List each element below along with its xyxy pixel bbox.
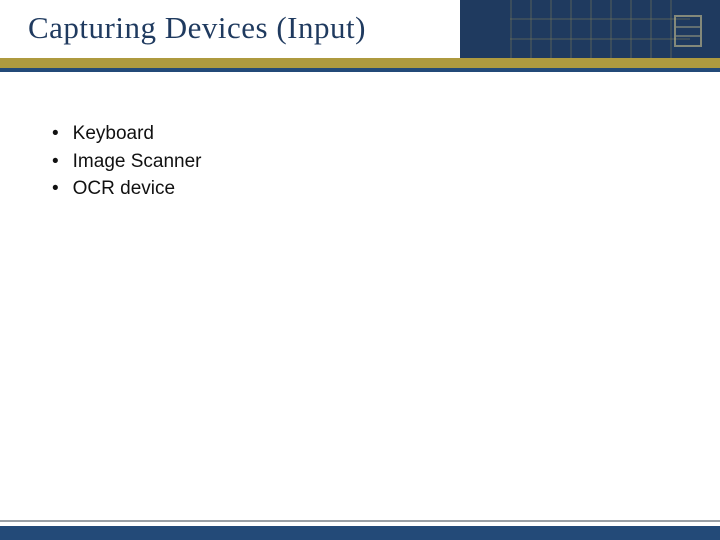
footer-divider (0, 520, 720, 522)
list-item: • OCR device (52, 175, 202, 203)
list-item: • Keyboard (52, 120, 202, 148)
footer-band (0, 526, 720, 540)
bullet-list: • Keyboard • Image Scanner • OCR device (52, 120, 202, 203)
bullet-text: Keyboard (73, 120, 154, 148)
bullet-icon: • (52, 179, 59, 198)
title-underline (0, 58, 720, 68)
bullet-text: OCR device (73, 175, 175, 203)
header-decoration (460, 0, 720, 60)
slide-title: Capturing Devices (Input) (28, 10, 366, 46)
bullet-icon: • (52, 124, 59, 143)
bullet-icon: • (52, 152, 59, 171)
list-item: • Image Scanner (52, 148, 202, 176)
bullet-text: Image Scanner (73, 148, 202, 176)
